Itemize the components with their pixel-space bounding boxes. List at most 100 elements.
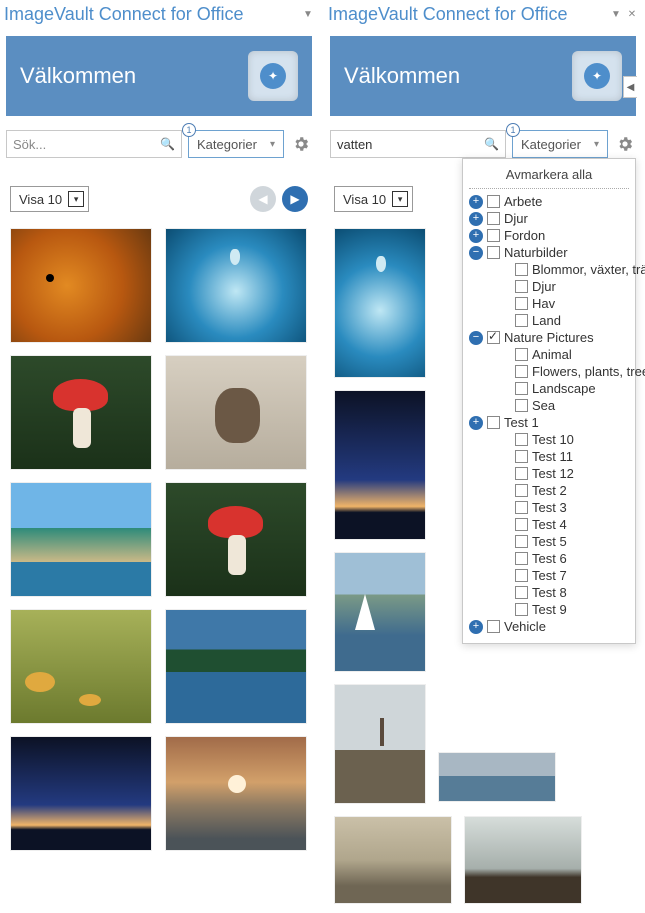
category-item[interactable]: Blommor, växter, träd bbox=[469, 261, 629, 278]
category-label[interactable]: Test 4 bbox=[532, 517, 567, 532]
expand-icon[interactable]: + bbox=[469, 620, 483, 634]
category-checkbox[interactable] bbox=[515, 484, 528, 497]
thumbnail[interactable] bbox=[334, 684, 426, 804]
category-label[interactable]: Arbete bbox=[504, 194, 542, 209]
search-box[interactable]: 🔍 bbox=[330, 130, 506, 158]
category-checkbox[interactable] bbox=[515, 569, 528, 582]
category-item[interactable]: Test 6 bbox=[469, 550, 629, 567]
thumbnail[interactable] bbox=[464, 816, 582, 904]
category-item[interactable]: Test 4 bbox=[469, 516, 629, 533]
category-item[interactable]: Djur bbox=[469, 278, 629, 295]
category-item[interactable]: − Nature Pictures bbox=[469, 329, 629, 346]
category-item[interactable]: +Djur bbox=[469, 210, 629, 227]
page-size-select[interactable]: Visa 10 ▾ bbox=[10, 186, 89, 212]
thumbnail[interactable] bbox=[334, 390, 426, 540]
category-label[interactable]: Vehicle bbox=[504, 619, 546, 634]
pane-menu-icon[interactable]: ▼ bbox=[302, 8, 314, 20]
category-label[interactable]: Test 11 bbox=[532, 449, 573, 464]
category-label[interactable]: Test 5 bbox=[532, 534, 567, 549]
category-label[interactable]: Test 3 bbox=[532, 500, 567, 515]
category-label[interactable]: Test 12 bbox=[532, 466, 574, 481]
category-item[interactable]: Test 8 bbox=[469, 584, 629, 601]
category-checkbox[interactable] bbox=[515, 314, 528, 327]
category-checkbox[interactable] bbox=[487, 620, 500, 633]
categories-dropdown[interactable]: Avmarkera alla +Arbete+Djur+Fordon−Natur… bbox=[462, 158, 636, 644]
thumbnail[interactable] bbox=[334, 816, 452, 904]
category-item[interactable]: Animal bbox=[469, 346, 629, 363]
category-checkbox[interactable] bbox=[487, 212, 500, 225]
category-checkbox[interactable] bbox=[487, 246, 500, 259]
category-checkbox[interactable] bbox=[515, 586, 528, 599]
next-page-button[interactable]: ▶ bbox=[282, 186, 308, 212]
category-label[interactable]: Test 2 bbox=[532, 483, 567, 498]
category-checkbox[interactable] bbox=[515, 382, 528, 395]
category-label[interactable]: Test 6 bbox=[532, 551, 567, 566]
category-item[interactable]: Test 3 bbox=[469, 499, 629, 516]
category-item[interactable]: Sea bbox=[469, 397, 629, 414]
expand-icon[interactable]: + bbox=[469, 195, 483, 209]
expand-icon[interactable]: + bbox=[469, 416, 483, 430]
category-label[interactable]: Test 8 bbox=[532, 585, 567, 600]
thumbnail[interactable] bbox=[165, 736, 307, 851]
thumbnail[interactable] bbox=[10, 609, 152, 724]
thumbnail[interactable] bbox=[10, 736, 152, 851]
category-checkbox[interactable] bbox=[487, 229, 500, 242]
category-item[interactable]: Test 11 bbox=[469, 448, 629, 465]
search-input[interactable] bbox=[13, 137, 160, 152]
thumbnail[interactable] bbox=[165, 482, 307, 597]
category-item[interactable]: Test 5 bbox=[469, 533, 629, 550]
thumbnail[interactable] bbox=[334, 552, 426, 672]
category-label[interactable]: Test 1 bbox=[504, 415, 539, 430]
category-checkbox[interactable] bbox=[515, 263, 528, 276]
pane-menu-icon[interactable]: ▼ bbox=[610, 8, 622, 20]
collapse-icon[interactable]: − bbox=[469, 331, 483, 345]
category-label[interactable]: Test 7 bbox=[532, 568, 567, 583]
categories-button[interactable]: Kategorier ▾ bbox=[512, 130, 608, 158]
category-label[interactable]: Sea bbox=[532, 398, 555, 413]
category-label[interactable]: Hav bbox=[532, 296, 555, 311]
settings-button[interactable] bbox=[290, 133, 312, 155]
category-checkbox[interactable] bbox=[515, 365, 528, 378]
category-label[interactable]: Test 9 bbox=[532, 602, 567, 617]
thumbnail[interactable] bbox=[165, 228, 307, 343]
collapse-tab[interactable]: ◀ bbox=[623, 76, 637, 98]
category-label[interactable]: Djur bbox=[532, 279, 556, 294]
categories-button[interactable]: Kategorier ▾ bbox=[188, 130, 284, 158]
category-label[interactable]: Blommor, växter, träd bbox=[532, 262, 645, 277]
category-item[interactable]: Test 9 bbox=[469, 601, 629, 618]
settings-button[interactable] bbox=[614, 133, 636, 155]
search-box[interactable]: 🔍 bbox=[6, 130, 182, 158]
search-icon[interactable]: 🔍 bbox=[160, 137, 175, 151]
category-item[interactable]: + Vehicle bbox=[469, 618, 629, 635]
category-label[interactable]: Land bbox=[532, 313, 561, 328]
category-checkbox[interactable] bbox=[515, 501, 528, 514]
search-icon[interactable]: 🔍 bbox=[484, 137, 499, 151]
deselect-all-link[interactable]: Avmarkera alla bbox=[469, 165, 629, 186]
category-label[interactable]: Flowers, plants, trees bbox=[532, 364, 645, 379]
category-label[interactable]: Fordon bbox=[504, 228, 545, 243]
category-checkbox[interactable] bbox=[515, 552, 528, 565]
thumbnail[interactable] bbox=[165, 609, 307, 724]
category-checkbox[interactable] bbox=[487, 416, 500, 429]
category-item[interactable]: Test 10 bbox=[469, 431, 629, 448]
thumbnail[interactable] bbox=[438, 752, 556, 802]
category-checkbox[interactable] bbox=[515, 535, 528, 548]
thumbnail[interactable] bbox=[165, 355, 307, 470]
page-size-select[interactable]: Visa 10 ▾ bbox=[334, 186, 413, 212]
category-label[interactable]: Test 10 bbox=[532, 432, 574, 447]
category-label[interactable]: Nature Pictures bbox=[504, 330, 594, 345]
category-label[interactable]: Naturbilder bbox=[504, 245, 568, 260]
close-icon[interactable]: ✕ bbox=[626, 8, 638, 20]
category-item[interactable]: Test 2 bbox=[469, 482, 629, 499]
collapse-icon[interactable]: − bbox=[469, 246, 483, 260]
category-checkbox[interactable] bbox=[515, 450, 528, 463]
category-item[interactable]: Landscape bbox=[469, 380, 629, 397]
category-label[interactable]: Animal bbox=[532, 347, 572, 362]
category-checkbox[interactable] bbox=[515, 399, 528, 412]
category-item[interactable]: Hav bbox=[469, 295, 629, 312]
expand-icon[interactable]: + bbox=[469, 229, 483, 243]
category-item[interactable]: Test 12 bbox=[469, 465, 629, 482]
search-input[interactable] bbox=[337, 137, 484, 152]
category-checkbox[interactable] bbox=[515, 518, 528, 531]
category-label[interactable]: Landscape bbox=[532, 381, 596, 396]
